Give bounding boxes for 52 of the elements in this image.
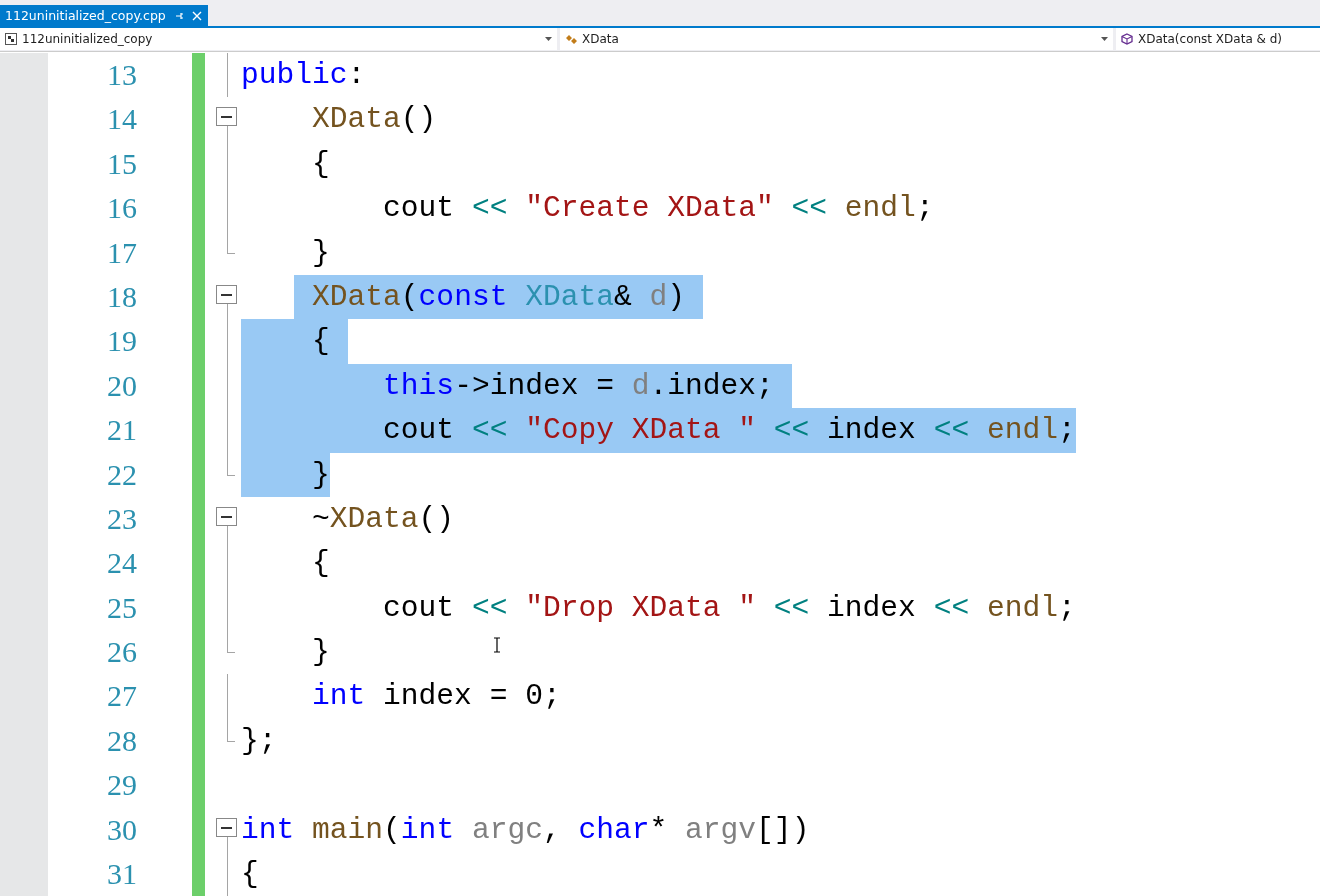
pin-icon [173, 10, 184, 21]
line-number: 25 [106, 589, 137, 626]
line-number: 29 [106, 767, 137, 804]
line-number: 13 [106, 57, 137, 93]
line-number: 21 [106, 412, 137, 449]
code-line: cout << "Copy XData " << index << endl; [241, 408, 1076, 453]
line-number: 14 [106, 101, 137, 138]
code-line: public: [241, 57, 366, 94]
navigation-dropdown[interactable]: XData(const XData & d) [1116, 28, 1320, 50]
code-line: cout << "Create XData" << endl; [382, 190, 934, 228]
file-tab[interactable]: 112uninitialized_copy.cpp [0, 5, 208, 26]
line-number: 22 [106, 456, 137, 493]
code-line: { [311, 145, 330, 183]
navigation-dropdown[interactable]: 112uninitialized_copy [0, 28, 557, 50]
dropdown-arrow-icon [545, 37, 552, 41]
line-number: 17 [106, 234, 137, 271]
code-line: int index = 0; [311, 678, 561, 716]
code-line: XData(const XData& d) [241, 274, 703, 320]
line-number: 16 [106, 190, 137, 227]
line-number: 15 [106, 145, 137, 182]
outline-guide [227, 53, 228, 98]
code-line: { [241, 856, 259, 894]
code-line: }; [241, 722, 277, 760]
code-line: XData() [311, 101, 437, 139]
text-cursor-icon [493, 637, 501, 653]
collapse-toggle[interactable] [216, 506, 237, 526]
dropdown-arrow-icon [1101, 37, 1108, 41]
line-number: 31 [106, 856, 137, 893]
close-icon [191, 10, 202, 21]
code-line: this->index = d.index; [241, 363, 792, 409]
line-number: 18 [106, 278, 137, 315]
collapse-toggle[interactable] [216, 284, 237, 304]
code-line: } [311, 634, 330, 672]
line-number: 28 [106, 722, 137, 759]
line-number: 24 [106, 545, 137, 582]
line-number: 30 [106, 811, 137, 848]
code-line: ~XData() [311, 500, 455, 538]
line-number: 19 [106, 323, 137, 360]
collapse-toggle[interactable] [216, 817, 237, 837]
cube-icon [1121, 33, 1133, 45]
code-line: cout << "Drop XData " << index << endl; [382, 589, 1076, 627]
code-line: int main(int argc, char* argv[]) [241, 811, 810, 849]
project-icon [5, 33, 17, 45]
line-number: 27 [106, 678, 137, 715]
line-number: 26 [106, 634, 137, 671]
collapse-toggle[interactable] [216, 107, 237, 127]
line-number: 23 [106, 500, 137, 537]
code-line: } [311, 234, 330, 272]
navigation-dropdown[interactable]: XData [560, 28, 1113, 50]
class-icon [565, 33, 577, 45]
code-line: { [311, 545, 330, 583]
line-number: 20 [106, 367, 137, 404]
